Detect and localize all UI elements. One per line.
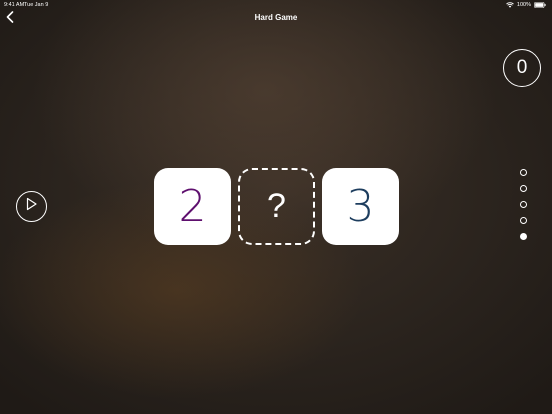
level-dot[interactable] [519, 233, 527, 240]
status-date: Tue Jan 9 [24, 2, 49, 8]
wifi-icon [506, 2, 514, 8]
battery-icon [534, 2, 546, 8]
level-dot[interactable] [519, 217, 527, 224]
status-bar: 9:41 AM Tue Jan 9 100% [0, 0, 552, 10]
status-time: 9:41 AM [4, 2, 25, 8]
number-tile-left: 2 [154, 168, 231, 245]
number-tile-right: 3 [322, 168, 399, 245]
level-indicator [518, 169, 528, 240]
level-dot[interactable] [519, 185, 527, 192]
level-dot[interactable] [519, 169, 527, 176]
status-indicators: 100% [506, 0, 546, 10]
level-dot[interactable] [519, 201, 527, 208]
play-button[interactable] [16, 191, 47, 222]
page-title: Hard Game [254, 13, 298, 22]
score-badge: 0 [503, 49, 541, 87]
battery-percent: 100% [516, 2, 531, 8]
play-icon [25, 197, 38, 216]
answer-slot[interactable]: ? [238, 168, 315, 245]
